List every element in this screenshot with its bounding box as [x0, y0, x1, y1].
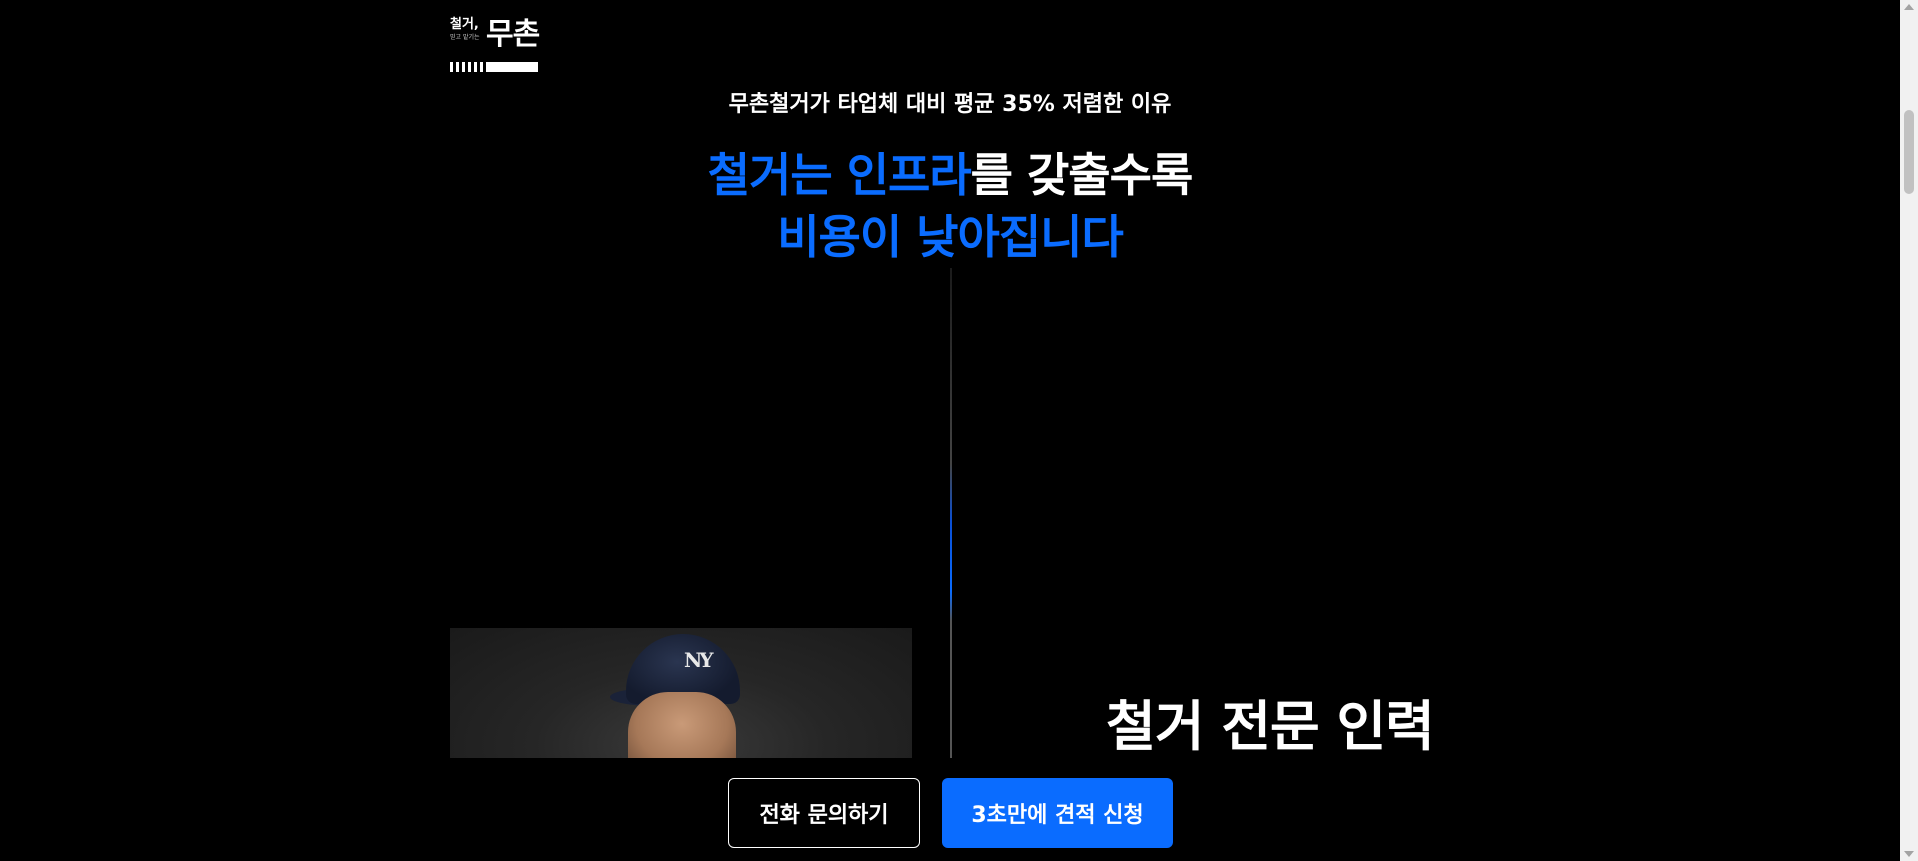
logo-tagline: 믿고 맡기는 — [450, 34, 480, 41]
chevron-up-icon[interactable] — [1904, 4, 1914, 10]
page: 철거, 믿고 맡기는 무촌 무촌철거가 타업체 대비 평균 35% 저렴한 이유… — [0, 0, 1900, 861]
cta-bar: 전화 문의하기 3초만에 견적 신청 — [0, 758, 1900, 861]
logo-stripes — [450, 62, 545, 72]
headline-text: 를 갖출수록 — [970, 148, 1194, 202]
phone-inquiry-button[interactable]: 전화 문의하기 — [728, 778, 920, 848]
quote-request-button[interactable]: 3초만에 견적 신청 — [942, 778, 1173, 848]
headline-highlight: 철거는 인프라 — [707, 148, 972, 202]
logo-wordmark: 무촌 — [486, 17, 540, 52]
worker-photo: NY — [450, 628, 912, 758]
worker-face — [628, 692, 736, 758]
headline-highlight-2: 비용이 낮아집니다 — [777, 210, 1124, 264]
headline-line-1: 철거는 인프라를 갖출수록 — [0, 144, 1900, 206]
section-subtitle: 무촌철거가 타업체 대비 평균 35% 저렴한 이유 — [728, 92, 1172, 117]
headline-line-2: 비용이 낮아집니다 — [0, 206, 1900, 268]
section-headline: 철거는 인프라를 갖출수록 비용이 낮아집니다 — [0, 144, 1900, 268]
worker-photo-card: NY — [450, 604, 912, 758]
logo-small-text: 철거, — [450, 17, 479, 32]
timeline-divider — [950, 268, 952, 758]
cap-logo: NY — [684, 648, 714, 672]
scrollbar-thumb[interactable] — [1904, 110, 1914, 194]
feature-title: 철거 전문 인력 — [1106, 695, 1435, 758]
vertical-scrollbar[interactable] — [1900, 0, 1918, 861]
chevron-down-icon[interactable] — [1904, 851, 1914, 857]
brand-logo[interactable]: 철거, 믿고 맡기는 무촌 — [450, 17, 546, 72]
